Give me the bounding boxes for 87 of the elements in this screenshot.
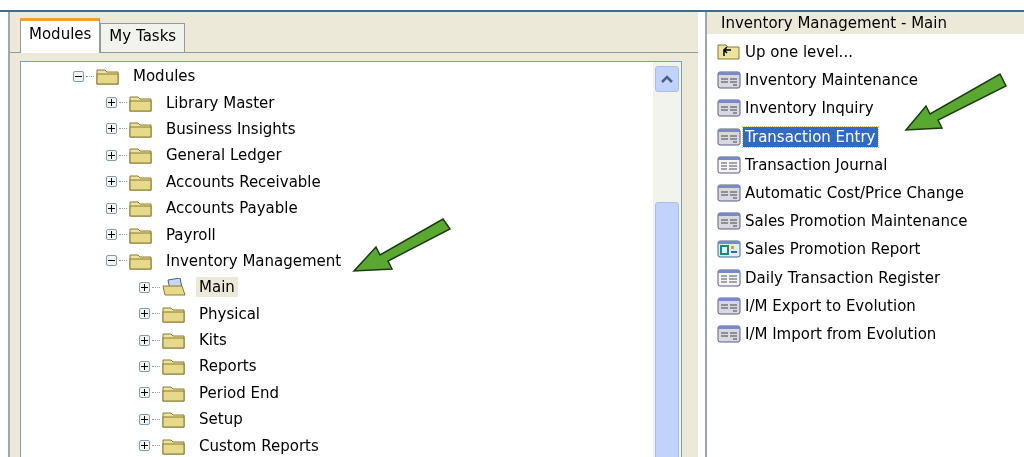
caret-up-icon [660, 74, 674, 84]
task-link[interactable]: Up one level... [743, 42, 855, 63]
tree-item[interactable]: Payroll [163, 224, 219, 245]
expander-button[interactable] [106, 255, 117, 267]
tree-item[interactable]: Setup [196, 409, 246, 430]
tree-item[interactable]: Reports [196, 356, 260, 377]
expander-button[interactable] [139, 308, 150, 320]
folder-icon [129, 251, 153, 270]
tree-item[interactable]: Inventory Management [163, 250, 345, 271]
task-link[interactable]: Transaction Entry [743, 126, 878, 147]
tab[interactable]: Modules [20, 18, 101, 53]
up-folder-icon [717, 42, 743, 63]
task-link[interactable]: I/M Import from Evolution [743, 323, 939, 344]
task-link[interactable]: Inventory Inquiry [743, 98, 876, 119]
folder-icon [129, 146, 153, 165]
plus-icon [141, 389, 148, 397]
tree-item[interactable]: Modules [130, 66, 199, 87]
plus-icon [141, 442, 148, 450]
scrollbar[interactable] [653, 62, 681, 457]
folder-icon [96, 67, 120, 86]
folder-icon [162, 436, 186, 455]
tree-item[interactable]: Business Insights [163, 118, 299, 139]
plus-icon [108, 99, 115, 107]
expander-button[interactable] [106, 149, 117, 161]
expander-button[interactable] [139, 281, 150, 293]
plus-icon [141, 310, 148, 318]
open-folder-icon [162, 278, 186, 297]
expander-button[interactable] [106, 176, 117, 188]
panel-title: Inventory Management - Main [707, 12, 1024, 34]
form-window-icon [717, 323, 743, 344]
expander-button[interactable] [139, 361, 150, 372]
scroll-thumb[interactable] [655, 202, 679, 457]
tree-item[interactable]: Custom Reports [196, 435, 322, 456]
form-window-icon [717, 98, 743, 119]
plus-icon [141, 363, 148, 370]
expander-button[interactable] [139, 387, 150, 399]
form-window-icon [717, 126, 743, 147]
tree-item[interactable]: Physical [196, 303, 264, 324]
task-link[interactable]: Sales Promotion Maintenance [743, 211, 970, 232]
folder-icon [162, 331, 186, 350]
plus-icon [108, 204, 115, 212]
expander-button[interactable] [139, 413, 150, 425]
form-window-icon [717, 183, 743, 204]
tab[interactable]: My Tasks [100, 23, 186, 52]
folder-icon [129, 225, 153, 244]
expander-button[interactable] [106, 229, 117, 241]
task-link[interactable]: Automatic Cost/Price Change [743, 183, 966, 204]
form-window-icon [717, 70, 743, 91]
task-link[interactable]: I/M Export to Evolution [743, 295, 918, 316]
tree-item[interactable]: Library Master [163, 92, 278, 113]
form-window-icon [717, 211, 743, 232]
tree-item[interactable]: Accounts Receivable [163, 171, 324, 192]
task-link[interactable]: Inventory Maintenance [743, 70, 920, 91]
task-link[interactable]: Transaction Journal [743, 154, 890, 175]
form-window-icon [717, 295, 743, 316]
tree-item[interactable]: Kits [196, 330, 230, 351]
folder-icon [129, 93, 153, 112]
plus-icon [108, 178, 115, 186]
folder-icon [162, 383, 186, 402]
folder-icon [129, 172, 153, 191]
plus-icon [141, 336, 148, 344]
folder-icon [129, 119, 153, 138]
plus-icon [108, 151, 115, 159]
task-link[interactable]: Sales Promotion Report [743, 239, 923, 260]
report-window-icon [717, 267, 743, 288]
folder-icon [129, 199, 153, 218]
folder-icon [162, 304, 186, 323]
tree-item[interactable]: Accounts Payable [163, 198, 301, 219]
report-window-icon [717, 154, 743, 175]
expander-button[interactable] [106, 123, 117, 135]
task-link[interactable]: Daily Transaction Register [743, 267, 943, 288]
promo-window-icon [717, 239, 743, 260]
tree-item[interactable]: Main [196, 277, 238, 298]
plus-icon [108, 231, 115, 239]
expander-button[interactable] [73, 70, 84, 82]
expander-button[interactable] [139, 334, 150, 346]
expander-button[interactable] [106, 97, 117, 109]
scroll-up-button[interactable] [655, 66, 679, 92]
plus-icon [108, 125, 115, 133]
plus-icon [141, 415, 148, 423]
plus-icon [141, 283, 148, 291]
tree-item[interactable]: General Ledger [163, 145, 285, 166]
expander-button[interactable] [139, 440, 150, 452]
folder-icon [162, 357, 186, 376]
tree-item[interactable]: Period End [196, 382, 283, 403]
folder-icon [162, 410, 186, 429]
expander-button[interactable] [106, 202, 117, 214]
